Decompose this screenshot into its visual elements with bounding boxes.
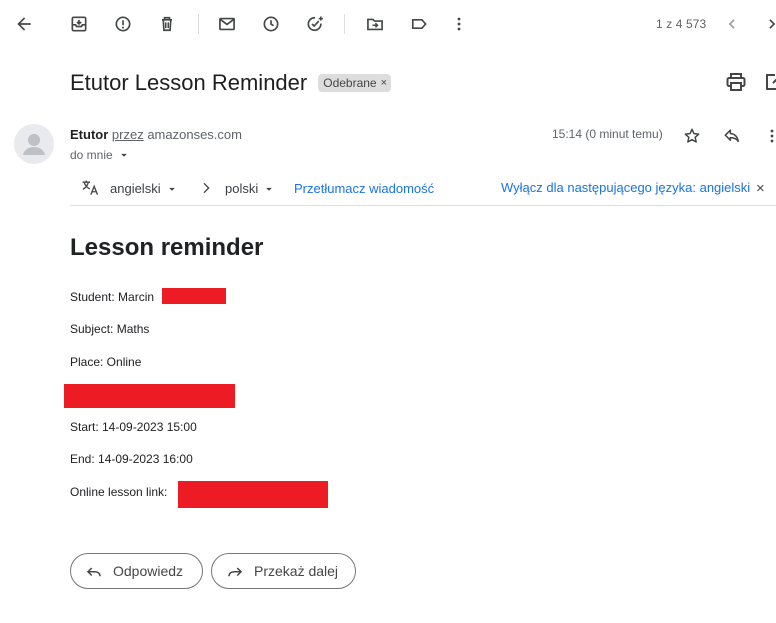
message-toolbar: 1 z 4 573 <box>0 0 776 48</box>
reply-arrow-icon <box>86 567 101 577</box>
forward-button[interactable]: Przekaż dalej <box>211 553 356 589</box>
translate-icon <box>80 178 100 198</box>
place-line: Place: Online <box>70 355 142 369</box>
target-language: polski <box>225 181 259 196</box>
subject-line: Subject: Maths <box>70 322 150 336</box>
recipient-text: do mnie <box>70 148 113 162</box>
next-message-icon[interactable] <box>756 8 776 40</box>
source-language: angielski <box>110 181 161 196</box>
delete-icon[interactable] <box>151 8 183 40</box>
pager-count: 1 z 4 573 <box>656 17 707 31</box>
label-text: Odebrane <box>323 76 377 90</box>
chevron-down-icon <box>168 187 175 191</box>
disable-translation-link[interactable]: Wyłącz dla następującego języka: angiels… <box>501 180 750 195</box>
student-line: Student: Marcin <box>70 290 155 304</box>
target-language-select[interactable]: polski <box>225 181 276 196</box>
body-heading: Lesson reminder <box>70 234 264 261</box>
toolbar-divider <box>344 14 345 34</box>
archive-icon[interactable] <box>63 8 95 40</box>
mark-unread-icon[interactable] <box>211 8 243 40</box>
sender-info: Etutor przez amazonses.com <box>70 127 242 142</box>
end-line: End: 14-09-2023 16:00 <box>70 452 193 466</box>
received-time: 15:14 (0 minut temu) <box>552 127 663 141</box>
more-options-icon[interactable] <box>760 124 776 148</box>
redaction-line <box>64 384 235 408</box>
via-domain: amazonses.com <box>147 127 242 142</box>
star-icon[interactable] <box>680 124 704 148</box>
redaction-link <box>178 481 328 508</box>
report-spam-icon[interactable] <box>107 8 139 40</box>
lesson-link-label: Online lesson link: <box>70 485 168 499</box>
add-task-icon[interactable] <box>299 8 331 40</box>
forward-label: Przekaż dalej <box>254 563 339 579</box>
close-translate-icon[interactable]: × <box>756 180 765 197</box>
more-vert-icon[interactable] <box>443 8 475 40</box>
snooze-icon[interactable] <box>255 8 287 40</box>
print-icon[interactable] <box>724 70 748 94</box>
source-language-select[interactable]: angielski <box>110 181 179 196</box>
prev-message-icon[interactable] <box>716 8 748 40</box>
redaction-student <box>162 288 226 304</box>
inbox-label-chip[interactable]: Odebrane × <box>318 74 392 92</box>
label-icon[interactable] <box>403 8 435 40</box>
remove-label-icon[interactable]: × <box>381 77 387 89</box>
translate-message-link[interactable]: Przetłumacz wiadomość <box>294 181 434 196</box>
email-subject: Etutor Lesson Reminder <box>70 70 308 95</box>
open-new-window-icon[interactable] <box>762 70 776 94</box>
back-arrow-icon[interactable] <box>8 8 40 40</box>
forward-arrow-icon <box>228 567 243 577</box>
translate-bar: angielski polski Przetłumacz wiadomość W… <box>70 172 776 206</box>
sender-name[interactable]: Etutor <box>70 127 108 142</box>
move-to-icon[interactable] <box>359 8 391 40</box>
start-line: Start: 14-09-2023 15:00 <box>70 420 197 434</box>
toolbar-divider <box>198 14 199 34</box>
chevron-down-icon <box>266 187 273 191</box>
via-label[interactable]: przez <box>112 127 144 142</box>
chevron-right-icon <box>198 180 214 196</box>
reply-button[interactable]: Odpowiedz <box>70 553 203 589</box>
reply-label: Odpowiedz <box>113 563 184 579</box>
subject-row: Etutor Lesson Reminder Odebrane × <box>70 68 392 98</box>
recipients-toggle[interactable]: do mnie <box>70 148 131 162</box>
sender-avatar <box>14 124 54 164</box>
chevron-down-icon <box>120 153 127 157</box>
reply-icon[interactable] <box>720 124 744 148</box>
